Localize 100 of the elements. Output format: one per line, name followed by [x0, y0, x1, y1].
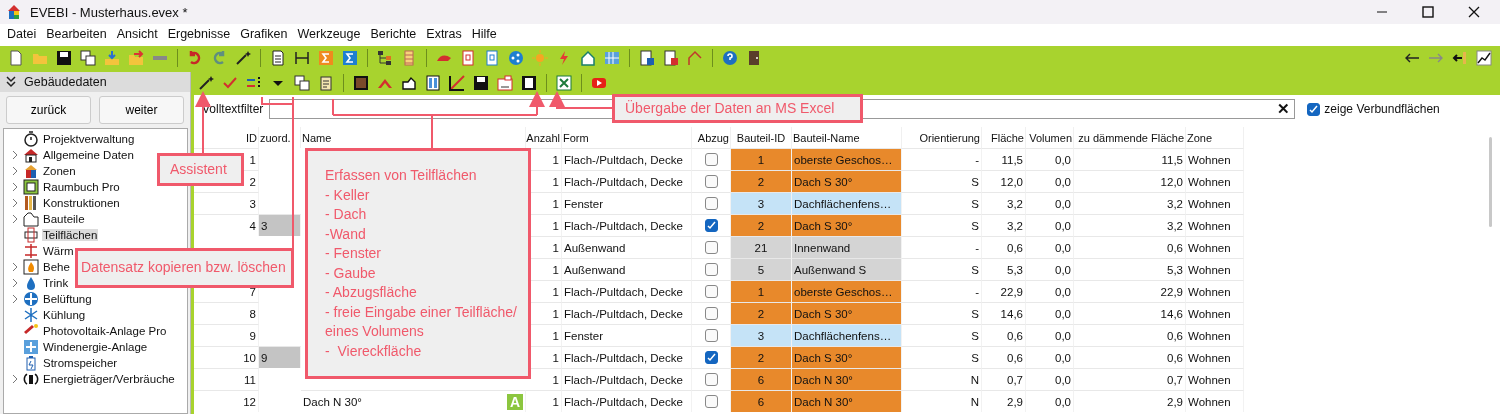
checkbox[interactable] [704, 351, 718, 364]
tree-item[interactable]: Kühlung [42, 309, 87, 321]
tree-item[interactable]: Photovoltaik-Anlage Pro [42, 325, 168, 337]
checkbox[interactable] [704, 263, 718, 276]
copy-icon[interactable] [80, 50, 96, 66]
plug-icon[interactable] [23, 371, 39, 387]
tree-item[interactable]: Windenergie-Anlage [42, 341, 149, 353]
snowflake-icon[interactable] [23, 307, 39, 323]
column-header[interactable]: zuord. [259, 127, 301, 148]
checkbox[interactable] [704, 307, 718, 320]
tree-item[interactable]: Wärm [42, 245, 75, 257]
house-outline-icon[interactable] [401, 74, 417, 91]
house-icon[interactable] [23, 163, 39, 179]
nav-button[interactable]: weiter [99, 96, 184, 124]
hierarchy-icon[interactable] [377, 50, 393, 66]
new-document-icon[interactable] [8, 50, 24, 66]
menu-item[interactable]: Ansicht [111, 27, 163, 41]
report-icon[interactable] [639, 50, 655, 66]
tray-arrow-icon[interactable] [104, 50, 120, 66]
double-chevron-icon[interactable] [6, 74, 16, 90]
frame-icon[interactable] [521, 74, 537, 91]
pipe-icon[interactable] [23, 243, 39, 259]
app-logo-icon[interactable] [6, 4, 22, 20]
menu-item[interactable]: Datei [2, 27, 42, 41]
stopwatch-icon[interactable] [23, 131, 39, 147]
clear-button[interactable]: ✕ [1277, 100, 1291, 118]
table-cell: 0,0 [1026, 170, 1074, 192]
spreadsheet-icon[interactable] [556, 74, 572, 91]
magic-wand-icon[interactable] [198, 74, 214, 91]
clipboard-icon[interactable] [318, 74, 334, 91]
checkbox[interactable] [704, 153, 718, 166]
slope-icon[interactable] [449, 74, 465, 91]
checkbox[interactable] [704, 241, 718, 254]
menu-item[interactable]: Werkzeuge [292, 27, 366, 41]
menu-item[interactable]: Grafiken [235, 27, 293, 41]
checkbox[interactable] [704, 285, 718, 298]
table-cell: 1 [731, 148, 792, 170]
framed-document-icon[interactable] [460, 50, 476, 66]
import-icon[interactable] [1452, 50, 1468, 66]
tree-item[interactable]: Projektverwaltung [42, 133, 136, 145]
checkbox[interactable] [704, 219, 718, 232]
checkbox[interactable] [704, 197, 718, 210]
folder-arrow-icon[interactable] [128, 50, 144, 66]
wall-layers-icon[interactable] [23, 195, 39, 211]
network-icon[interactable] [508, 50, 524, 66]
menu-item[interactable]: Ergebnisse [162, 27, 236, 41]
report-icon[interactable] [663, 50, 679, 66]
table-cell: 8 [194, 302, 259, 324]
close-icon[interactable] [1466, 4, 1482, 20]
checkbox[interactable] [704, 373, 718, 386]
table-cell: 0,0 [1026, 258, 1074, 280]
table-cell: Dach S 30° [792, 302, 902, 324]
document-icon[interactable] [270, 50, 286, 66]
sigma-icon[interactable] [342, 50, 358, 66]
tree-item[interactable]: Zonen [42, 165, 77, 177]
magic-wand-icon[interactable] [235, 50, 251, 66]
table-cell: S [902, 258, 982, 280]
dimension-icon[interactable] [294, 50, 310, 66]
save-icon[interactable] [473, 74, 489, 91]
plan-icon[interactable] [23, 179, 39, 195]
save-icon[interactable] [56, 50, 72, 66]
table-cell: 6 [731, 368, 792, 390]
menu-item[interactable]: Hilfe [466, 27, 502, 41]
square-icon[interactable] [353, 74, 369, 91]
surface-icon[interactable] [23, 227, 39, 243]
status-badge: A [506, 393, 523, 410]
tree-item[interactable]: Konstruktionen [42, 197, 121, 209]
nav-button[interactable]: zurück [6, 96, 91, 124]
battery-icon[interactable] [23, 355, 39, 371]
copy-icon[interactable] [294, 74, 310, 91]
menu-item[interactable]: Extras [421, 27, 467, 41]
tree-item[interactable]: Raumbuch Pro [42, 181, 121, 193]
tree-item[interactable]: Teilflächen [42, 229, 99, 241]
undo-icon[interactable] [187, 50, 203, 66]
door-icon[interactable] [746, 50, 762, 66]
checkbox[interactable] [704, 395, 718, 408]
checkbox[interactable] [704, 329, 718, 342]
sigma-icon[interactable] [318, 50, 334, 66]
menu-item[interactable]: Bearbeiten [41, 27, 112, 41]
table-cell: 5,3 [1074, 258, 1186, 280]
tree-item[interactable]: Trink [42, 277, 70, 289]
help-icon[interactable] [722, 50, 738, 66]
scrollbar[interactable] [1489, 137, 1492, 227]
checkbox[interactable] [704, 175, 718, 188]
wind-icon[interactable] [23, 339, 39, 355]
window-icon[interactable] [425, 74, 441, 91]
checkbox[interactable] [1307, 102, 1321, 116]
tree-item[interactable]: Behe [42, 261, 71, 273]
flame-icon[interactable] [23, 259, 39, 275]
tree-item[interactable]: Stromspeicher [42, 357, 119, 369]
tree-item[interactable]: Allgemeine Daten [42, 149, 135, 161]
tree-item[interactable]: Belüftung [42, 293, 93, 305]
house-icon[interactable] [23, 147, 39, 163]
maximize-icon[interactable] [1420, 4, 1436, 20]
tree-item[interactable]: Bauteile [42, 213, 86, 225]
menu-item[interactable]: Berichte [365, 27, 422, 41]
chart-icon[interactable] [1476, 50, 1492, 66]
framed-document-icon[interactable] [484, 50, 500, 66]
tree-item[interactable]: Energieträger/Verbräuche [42, 373, 176, 385]
house-outline-icon[interactable] [23, 211, 39, 227]
